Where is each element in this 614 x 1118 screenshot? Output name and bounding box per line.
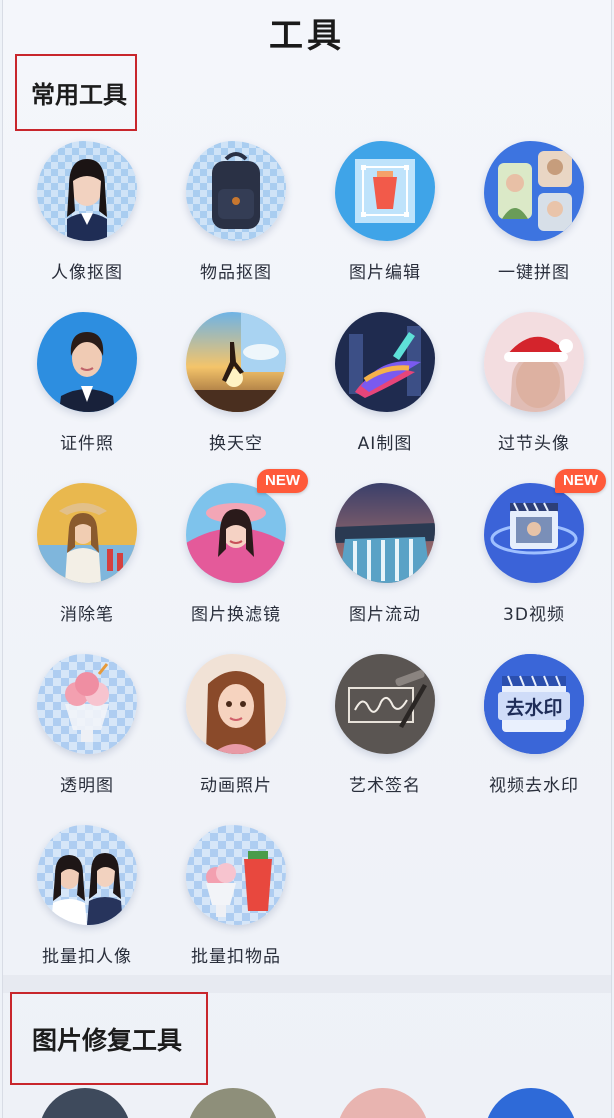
- tool-image-flow[interactable]: 图片流动: [311, 483, 459, 643]
- tool-art-signature[interactable]: 艺术签名: [311, 654, 459, 814]
- tool-label: 图片换滤镜: [191, 605, 281, 625]
- section-divider: [3, 975, 611, 993]
- portrait-cutout-icon: [37, 141, 137, 241]
- tool-eraser-pen[interactable]: 消除笔: [13, 483, 161, 643]
- holiday-avatar-icon: [484, 312, 584, 412]
- repair-tool-peek-1[interactable]: [39, 1088, 131, 1118]
- tool-portrait-cutout[interactable]: 人像抠图: [13, 141, 161, 301]
- tool-label: 透明图: [60, 776, 114, 796]
- tool-image-edit[interactable]: 图片编辑: [311, 141, 459, 301]
- tool-label: 3D视频: [503, 605, 565, 625]
- filter-icon: [186, 483, 286, 583]
- tool-transparent-image[interactable]: 透明图: [13, 654, 161, 814]
- tool-animated-photo[interactable]: 动画照片: [162, 654, 310, 814]
- watermark-icon-text: 去水印: [505, 697, 563, 719]
- batch-object-cutout-icon: [186, 825, 286, 925]
- repair-tool-peek-4[interactable]: [485, 1088, 577, 1118]
- batch-portrait-cutout-icon: [37, 825, 137, 925]
- section-title-image-repair-tools: 图片修复工具: [10, 992, 208, 1085]
- ai-drawing-icon: [335, 312, 435, 412]
- section-title-common-tools: 常用工具: [15, 54, 137, 131]
- new-badge: NEW: [555, 469, 606, 493]
- tool-label: 人像抠图: [51, 263, 123, 283]
- tool-ai-drawing[interactable]: AI制图: [311, 312, 459, 472]
- tool-batch-object-cutout[interactable]: 批量扣物品: [162, 825, 310, 985]
- tool-label: 动画照片: [200, 776, 272, 796]
- transparent-image-icon: [37, 654, 137, 754]
- tool-object-cutout[interactable]: 物品抠图: [162, 141, 310, 301]
- tool-3d-video[interactable]: NEW 3D视频: [460, 469, 608, 643]
- tool-label: 批量扣物品: [191, 947, 281, 967]
- repair-tool-peek-2[interactable]: [187, 1088, 279, 1118]
- tool-sky-replace[interactable]: 换天空: [162, 312, 310, 472]
- tool-label: 批量扣人像: [42, 947, 132, 967]
- tool-label: 过节头像: [498, 434, 570, 454]
- tools-page: 工具 常用工具 人像抠图 物品抠图 图片编辑 一键拼图 证件照 换天空 AI制图…: [2, 0, 612, 1118]
- tool-label: 物品抠图: [200, 263, 272, 283]
- tool-label: 换天空: [209, 434, 263, 454]
- art-signature-icon: [335, 654, 435, 754]
- video-watermark-remove-icon: 去水印: [484, 654, 584, 754]
- tool-video-watermark-remove[interactable]: 去水印 视频去水印: [460, 654, 608, 814]
- image-edit-icon: [335, 141, 435, 241]
- tool-label: 艺术签名: [349, 776, 421, 796]
- tool-label: AI制图: [357, 434, 413, 454]
- tool-collage[interactable]: 一键拼图: [460, 141, 608, 301]
- 3d-video-icon: [484, 483, 584, 583]
- page-title: 工具: [269, 16, 345, 56]
- tool-batch-portrait-cutout[interactable]: 批量扣人像: [13, 825, 161, 985]
- tool-label: 图片流动: [349, 605, 421, 625]
- repair-tool-peek-3[interactable]: [337, 1088, 429, 1118]
- tool-label: 图片编辑: [349, 263, 421, 283]
- tool-label: 一键拼图: [498, 263, 570, 283]
- image-flow-icon: [335, 483, 435, 583]
- tool-label: 视频去水印: [489, 776, 579, 796]
- new-badge: NEW: [257, 469, 308, 493]
- id-photo-icon: [37, 312, 137, 412]
- eraser-pen-icon: [37, 483, 137, 583]
- tool-label: 消除笔: [60, 605, 114, 625]
- tool-filter[interactable]: NEW 图片换滤镜: [162, 469, 310, 643]
- animated-photo-icon: [186, 654, 286, 754]
- tool-id-photo[interactable]: 证件照: [13, 312, 161, 472]
- collage-icon: [484, 141, 584, 241]
- object-cutout-icon: [186, 141, 286, 241]
- sky-replace-icon: [186, 312, 286, 412]
- tool-holiday-avatar[interactable]: 过节头像: [460, 312, 608, 472]
- tool-label: 证件照: [60, 434, 114, 454]
